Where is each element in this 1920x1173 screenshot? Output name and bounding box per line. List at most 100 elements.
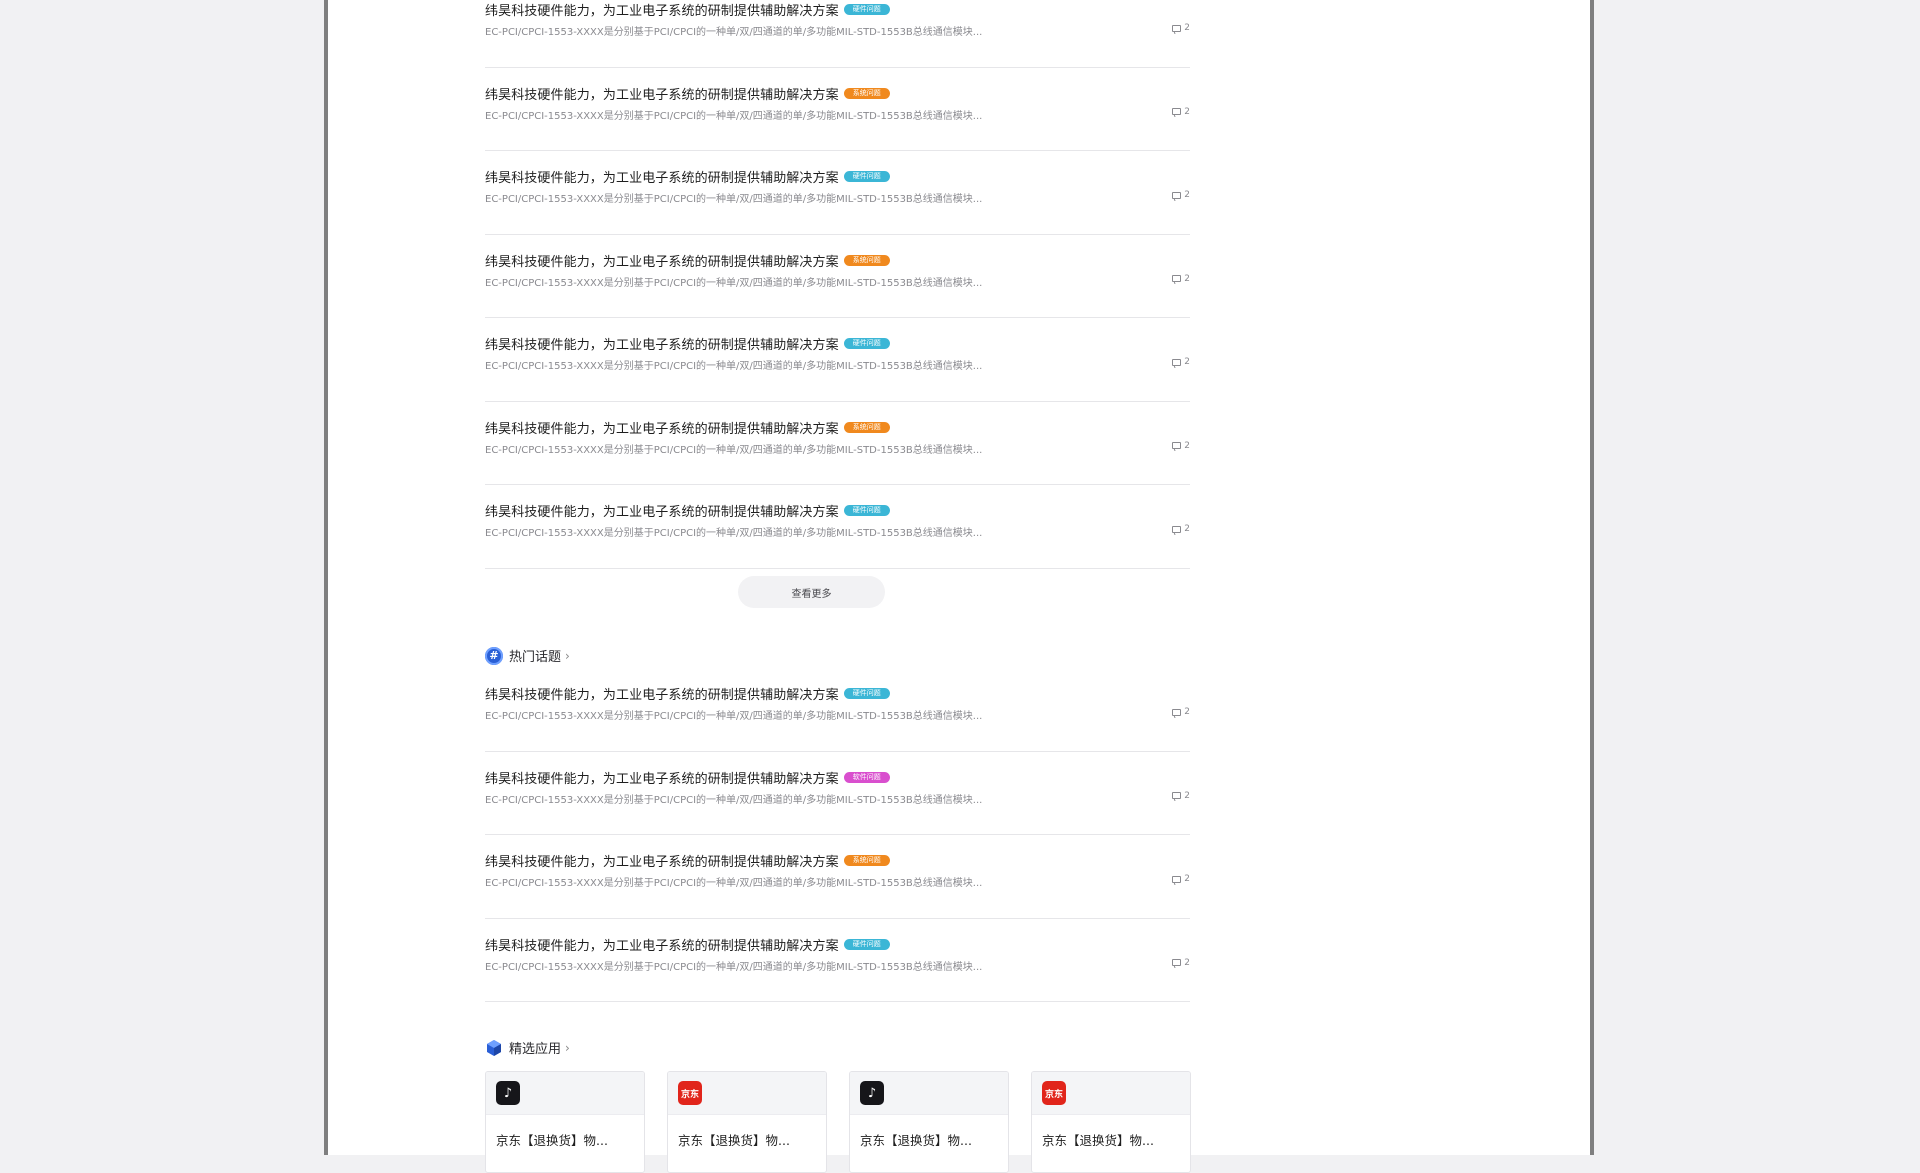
comment-count: 2 xyxy=(1172,190,1190,200)
item-title[interactable]: 纬昊科技硬件能力，为工业电子系统的研制提供辅助解决方案 xyxy=(485,0,839,19)
featured-apps: ♪ 京东【退换货】物... 京东 京东【退换货】物... ♪ 京东【退换货】物... 京东京… xyxy=(485,1071,1191,1173)
item-title-row: 纬昊科技硬件能力，为工业电子系统的研制提供辅助解决方案 系统问题 xyxy=(485,251,890,270)
app-card-header: 京东 xyxy=(1032,1072,1190,1115)
item-title[interactable]: 纬昊科技硬件能力，为工业电子系统的研制提供辅助解决方案 xyxy=(485,251,839,270)
list-item[interactable]: 纬昊科技硬件能力，为工业电子系统的研制提供辅助解决方案 软件问题 EC-PCI/CP… xyxy=(485,752,1190,835)
item-title[interactable]: 纬昊科技硬件能力，为工业电子系统的研制提供辅助解决方案 xyxy=(485,84,839,103)
list-item[interactable]: 纬昊科技硬件能力，为工业电子系统的研制提供辅助解决方案 系统问题 EC-PCI/CP… xyxy=(485,402,1190,485)
comment-count: 2 xyxy=(1172,958,1190,968)
list-item[interactable]: 纬昊科技硬件能力，为工业电子系统的研制提供辅助解决方案 硬件问题 EC-PCI/CP… xyxy=(485,151,1190,235)
comment-icon xyxy=(1172,108,1182,115)
item-title[interactable]: 纬昊科技硬件能力，为工业电子系统的研制提供辅助解决方案 xyxy=(485,501,839,520)
hash-icon: # xyxy=(485,646,503,665)
comment-count-value: 2 xyxy=(1184,440,1190,451)
list-item[interactable]: 纬昊科技硬件能力，为工业电子系统的研制提供辅助解决方案 硬件问题 EC-PCI/CP… xyxy=(485,485,1190,569)
jd-icon: 京东 xyxy=(678,1081,702,1105)
comment-icon xyxy=(1172,275,1182,282)
list-item[interactable]: 纬昊科技硬件能力，为工业电子系统的研制提供辅助解决方案 硬件问题 EC-PCI/CP… xyxy=(485,919,1190,1002)
category-tag: 系统问题 xyxy=(843,87,890,99)
item-title-row: 纬昊科技硬件能力，为工业电子系统的研制提供辅助解决方案 硬件问题 xyxy=(485,334,890,353)
comment-count: 2 xyxy=(1172,23,1190,33)
topic-list: 纬昊科技硬件能力，为工业电子系统的研制提供辅助解决方案 硬件问题 EC-PCI/CP… xyxy=(485,0,1190,569)
jd-icon: 京东 xyxy=(1042,1081,1066,1105)
chevron-right-icon: › xyxy=(565,1040,570,1055)
item-title-row: 纬昊科技硬件能力，为工业电子系统的研制提供辅助解决方案 系统问题 xyxy=(485,851,890,870)
comment-icon xyxy=(1172,191,1182,199)
item-description: EC-PCI/CPCI-1553-XXXX是分别基于PCI/CPCI的一种单/双… xyxy=(485,528,983,539)
app-card-header: 京东 xyxy=(668,1072,826,1115)
comment-icon xyxy=(1172,875,1182,883)
list-item[interactable]: 纬昊科技硬件能力，为工业电子系统的研制提供辅助解决方案 硬件问题 EC-PCI/CP… xyxy=(485,318,1190,402)
comment-count: 2 xyxy=(1172,357,1190,367)
comment-count-value: 2 xyxy=(1184,273,1190,284)
list-item[interactable]: 纬昊科技硬件能力，为工业电子系统的研制提供辅助解决方案 系统问题 EC-PCI/CP… xyxy=(485,235,1190,318)
comment-count: 2 xyxy=(1172,107,1190,117)
comment-count: 2 xyxy=(1172,874,1190,884)
item-title[interactable]: 纬昊科技硬件能力，为工业电子系统的研制提供辅助解决方案 xyxy=(485,167,839,186)
comment-count-value: 2 xyxy=(1184,106,1190,117)
item-title-row: 纬昊科技硬件能力，为工业电子系统的研制提供辅助解决方案 系统问题 xyxy=(485,418,890,437)
comment-count: 2 xyxy=(1172,524,1190,534)
app-card[interactable]: ♪ 京东【退换货】物... xyxy=(485,1071,645,1173)
category-tag: 硬件问题 xyxy=(843,505,890,516)
item-description: EC-PCI/CPCI-1553-XXXX是分别基于PCI/CPCI的一种单/双… xyxy=(485,794,983,806)
item-description: EC-PCI/CPCI-1553-XXXX是分别基于PCI/CPCI的一种单/双… xyxy=(485,711,983,722)
featured-apps-header[interactable]: 精选应用 › xyxy=(485,1038,570,1057)
item-title[interactable]: 纬昊科技硬件能力，为工业电子系统的研制提供辅助解决方案 xyxy=(485,851,839,870)
item-description: EC-PCI/CPCI-1553-XXXX是分别基于PCI/CPCI的一种单/双… xyxy=(485,27,983,38)
app-card[interactable]: 京东京东【退换货】物... xyxy=(1031,1071,1191,1173)
item-title-row: 纬昊科技硬件能力，为工业电子系统的研制提供辅助解决方案 系统问题 xyxy=(485,84,890,103)
comment-count: 2 xyxy=(1172,707,1190,717)
list-item[interactable]: 纬昊科技硬件能力，为工业电子系统的研制提供辅助解决方案 硬件问题 EC-PCI/CP… xyxy=(485,668,1190,752)
category-tag: 硬件问题 xyxy=(843,938,890,950)
hot-topic-list: 纬昊科技硬件能力，为工业电子系统的研制提供辅助解决方案 硬件问题 EC-PCI/CP… xyxy=(485,668,1190,1002)
tiktok-icon: ♪ xyxy=(496,1081,520,1105)
featured-apps-title: 精选应用 xyxy=(509,1042,562,1057)
comment-count-value: 2 xyxy=(1184,707,1190,717)
item-description: EC-PCI/CPCI-1553-XXXX是分别基于PCI/CPCI的一种单/双… xyxy=(485,444,983,456)
tiktok-icon: ♪ xyxy=(860,1081,884,1105)
item-description: EC-PCI/CPCI-1553-XXXX是分别基于PCI/CPCI的一种单/双… xyxy=(485,277,983,289)
comment-count: 2 xyxy=(1172,274,1190,284)
comment-icon xyxy=(1172,358,1182,366)
item-title[interactable]: 纬昊科技硬件能力，为工业电子系统的研制提供辅助解决方案 xyxy=(485,935,839,954)
comment-count: 2 xyxy=(1172,441,1190,451)
app-card-header: ♪ xyxy=(850,1072,1008,1115)
item-title-row: 纬昊科技硬件能力，为工业电子系统的研制提供辅助解决方案 硬件问题 xyxy=(485,0,890,19)
item-title[interactable]: 纬昊科技硬件能力，为工业电子系统的研制提供辅助解决方案 xyxy=(485,334,839,353)
app-card-header: ♪ xyxy=(486,1072,644,1115)
app-name: 京东【退换货】物... xyxy=(1042,1133,1154,1148)
list-item[interactable]: 纬昊科技硬件能力，为工业电子系统的研制提供辅助解决方案 硬件问题 EC-PCI/CP… xyxy=(485,0,1190,68)
comment-count-value: 2 xyxy=(1184,357,1190,367)
cube-icon xyxy=(487,1039,501,1056)
category-tag: 硬件问题 xyxy=(843,171,890,182)
app-name: 京东【退换货】物... xyxy=(860,1133,972,1148)
app-name: 京东【退换货】物... xyxy=(496,1133,608,1148)
item-title-row: 纬昊科技硬件能力，为工业电子系统的研制提供辅助解决方案 软件问题 xyxy=(485,768,890,787)
category-tag: 硬件问题 xyxy=(843,338,890,349)
app-card[interactable]: 京东 京东【退换货】物... xyxy=(667,1071,827,1173)
item-description: EC-PCI/CPCI-1553-XXXX是分别基于PCI/CPCI的一种单/双… xyxy=(485,110,983,122)
app-card[interactable]: ♪ 京东【退换货】物... xyxy=(849,1071,1009,1173)
comment-icon xyxy=(1172,959,1182,966)
item-title[interactable]: 纬昊科技硬件能力，为工业电子系统的研制提供辅助解决方案 xyxy=(485,768,839,787)
item-title-row: 纬昊科技硬件能力，为工业电子系统的研制提供辅助解决方案 硬件问题 xyxy=(485,684,890,703)
hot-topics-header[interactable]: # 热门话题 › xyxy=(485,646,570,665)
item-title-row: 纬昊科技硬件能力，为工业电子系统的研制提供辅助解决方案 硬件问题 xyxy=(485,501,890,520)
comment-count: 2 xyxy=(1172,791,1190,801)
item-title[interactable]: 纬昊科技硬件能力，为工业电子系统的研制提供辅助解决方案 xyxy=(485,684,839,703)
hot-topics-title: 热门话题 xyxy=(509,650,562,665)
list-item[interactable]: 纬昊科技硬件能力，为工业电子系统的研制提供辅助解决方案 系统问题 EC-PCI/CP… xyxy=(485,68,1190,151)
item-title-row: 纬昊科技硬件能力，为工业电子系统的研制提供辅助解决方案 硬件问题 xyxy=(485,167,890,186)
item-title[interactable]: 纬昊科技硬件能力，为工业电子系统的研制提供辅助解决方案 xyxy=(485,418,839,437)
category-tag: 软件问题 xyxy=(843,771,890,783)
comment-count-value: 2 xyxy=(1184,524,1190,534)
comment-icon xyxy=(1172,525,1182,533)
comment-count-value: 2 xyxy=(1184,957,1190,968)
item-description: EC-PCI/CPCI-1553-XXXX是分别基于PCI/CPCI的一种单/双… xyxy=(485,361,983,372)
view-more-button[interactable]: 查看更多 xyxy=(738,576,885,608)
comment-count-value: 2 xyxy=(1184,23,1190,33)
comment-count-value: 2 xyxy=(1184,790,1190,801)
list-item[interactable]: 纬昊科技硬件能力，为工业电子系统的研制提供辅助解决方案 系统问题 EC-PCI/CP… xyxy=(485,835,1190,919)
chevron-right-icon: › xyxy=(565,648,570,663)
